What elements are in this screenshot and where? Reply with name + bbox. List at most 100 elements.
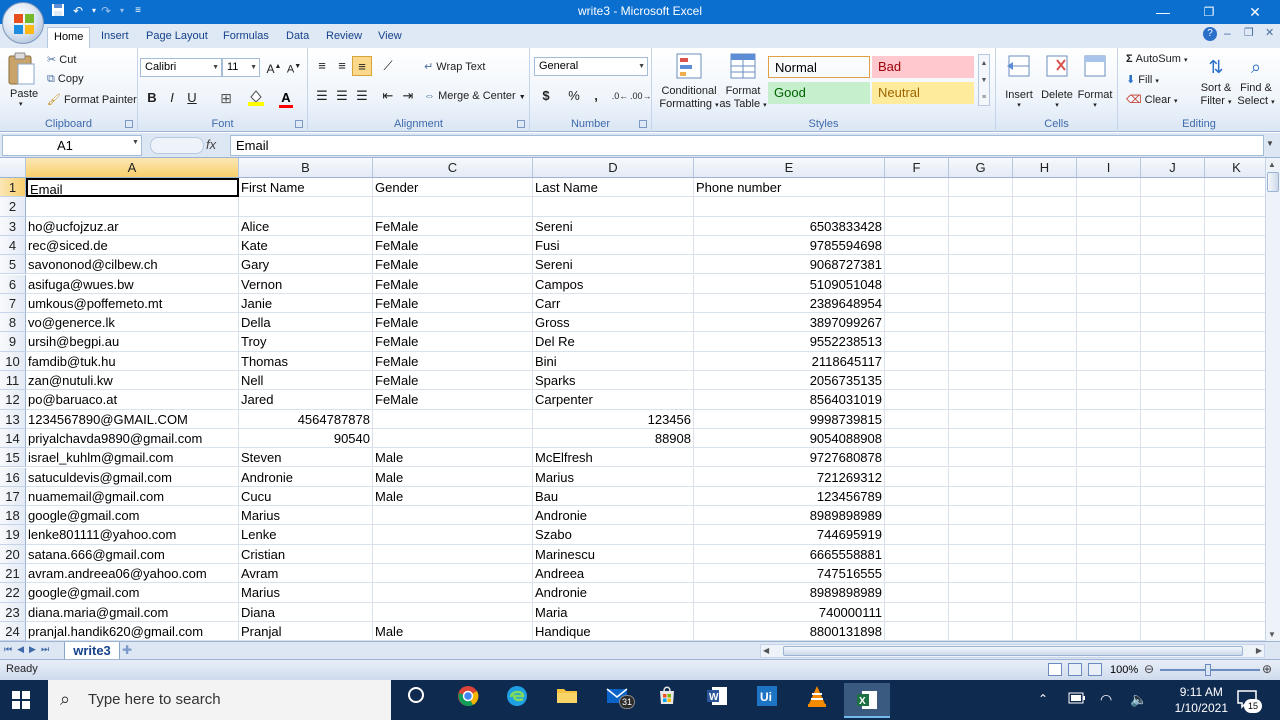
chrome-icon[interactable] — [448, 685, 488, 715]
column-header-j[interactable]: J — [1141, 158, 1205, 178]
column-header-e[interactable]: E — [694, 158, 885, 178]
cell-k15[interactable] — [1205, 448, 1265, 468]
cell-k22[interactable] — [1205, 583, 1265, 603]
cell-b1[interactable]: First Name — [239, 178, 373, 198]
delete-cells-button[interactable]: Delete ▾ — [1038, 52, 1076, 109]
cell-j19[interactable] — [1141, 525, 1205, 545]
cell-i1[interactable] — [1077, 178, 1141, 198]
formula-input[interactable]: Email — [230, 135, 1264, 156]
cell-j21[interactable] — [1141, 564, 1205, 584]
cell-j2[interactable] — [1141, 197, 1205, 217]
cell-c7[interactable]: FeMale — [373, 293, 533, 314]
cell-b17[interactable]: Cucu — [239, 486, 373, 507]
cell-a22[interactable]: google@gmail.com — [26, 583, 239, 603]
cell-f19[interactable] — [885, 525, 949, 545]
cell-c3[interactable]: FeMale — [373, 216, 533, 236]
row-header[interactable]: 19 — [0, 525, 26, 545]
font-size-select[interactable]: 11 ▼ — [222, 58, 260, 77]
cell-k10[interactable] — [1205, 352, 1265, 371]
cell-d22[interactable]: Andronie — [533, 583, 694, 603]
cell-e7[interactable]: 2389648954 — [694, 293, 885, 314]
borders-icon[interactable]: ⊞ — [216, 88, 236, 108]
cell-i3[interactable] — [1077, 216, 1141, 236]
excel-taskbar-icon[interactable]: X — [844, 683, 890, 718]
cell-g19[interactable] — [949, 525, 1013, 545]
cell-h17[interactable] — [1013, 486, 1077, 507]
column-header-a[interactable]: A — [26, 158, 239, 178]
tab-view[interactable]: View — [372, 27, 408, 48]
cell-f2[interactable] — [885, 197, 949, 217]
cell-f3[interactable] — [885, 216, 949, 236]
expand-formula-bar-icon[interactable]: ▼ — [1266, 139, 1274, 148]
select-all-corner[interactable] — [0, 158, 26, 178]
row-header[interactable]: 2 — [0, 197, 26, 217]
cell-k11[interactable] — [1205, 371, 1265, 391]
cell-g21[interactable] — [949, 564, 1013, 584]
cell-e2[interactable] — [694, 197, 885, 217]
cell-i18[interactable] — [1077, 506, 1141, 526]
notification-icon[interactable]: 15 — [1236, 689, 1262, 713]
copy-button[interactable]: ⧉ Copy — [47, 73, 84, 86]
dialog-launcher-icon[interactable] — [639, 120, 647, 128]
horizontal-scrollbar[interactable]: ◀ ▶ — [760, 644, 1265, 658]
cell-h21[interactable] — [1013, 564, 1077, 584]
increase-indent-icon[interactable]: ⇥ — [398, 86, 418, 106]
cell-c17[interactable]: Male — [373, 486, 533, 507]
zoom-slider-thumb[interactable] — [1205, 664, 1211, 676]
cell-i19[interactable] — [1077, 525, 1141, 545]
cell-e22[interactable]: 8989898989 — [694, 583, 885, 603]
cell-a3[interactable]: ho@ucfojzuz.ar — [26, 216, 239, 236]
align-middle-icon[interactable]: ≡ — [332, 56, 352, 76]
cell-e15[interactable]: 9727680878 — [694, 448, 885, 468]
chevron-down-icon[interactable]: ▾ — [114, 3, 130, 19]
horizontal-scroll-thumb[interactable] — [783, 646, 1243, 656]
cell-g24[interactable] — [949, 621, 1013, 641]
cell-a20[interactable]: satana.666@gmail.com — [26, 544, 239, 564]
cell-g22[interactable] — [949, 583, 1013, 603]
cell-g11[interactable] — [949, 371, 1013, 391]
page-break-view-icon[interactable] — [1088, 663, 1102, 676]
cell-f8[interactable] — [885, 313, 949, 333]
cell-j24[interactable] — [1141, 621, 1205, 641]
decrease-decimal-icon[interactable]: .00→ — [630, 86, 652, 106]
cell-e18[interactable]: 8989898989 — [694, 506, 885, 526]
cell-b8[interactable]: Della — [239, 313, 373, 333]
cell-h13[interactable] — [1013, 409, 1077, 429]
font-color-icon[interactable]: A — [276, 88, 296, 108]
taskbar-clock[interactable]: 9:11 AM 1/10/2021 — [1175, 684, 1228, 716]
cell-a7[interactable]: umkous@poffemeto.mt — [26, 293, 239, 314]
cell-e9[interactable]: 9552238513 — [694, 332, 885, 352]
cell-j13[interactable] — [1141, 409, 1205, 429]
cell-e24[interactable]: 8800131898 — [694, 621, 885, 641]
fill-color-icon[interactable] — [246, 88, 266, 108]
cell-f9[interactable] — [885, 332, 949, 352]
cell-d1[interactable]: Last Name — [533, 178, 694, 198]
cell-h8[interactable] — [1013, 313, 1077, 333]
row-header[interactable]: 6 — [0, 274, 26, 294]
paste-button[interactable]: Paste ▾ — [6, 52, 40, 112]
number-format-select[interactable]: General ▼ — [534, 57, 648, 76]
vertical-scroll-thumb[interactable] — [1267, 172, 1279, 192]
cell-f11[interactable] — [885, 371, 949, 391]
align-center-icon[interactable]: ☰ — [332, 86, 352, 106]
cell-f17[interactable] — [885, 486, 949, 507]
cell-g15[interactable] — [949, 448, 1013, 468]
cell-e1[interactable]: Phone number — [694, 178, 885, 198]
cell-b20[interactable]: Cristian — [239, 544, 373, 564]
column-header-f[interactable]: F — [885, 158, 949, 178]
cell-d12[interactable]: Carpenter — [533, 390, 694, 410]
cell-b11[interactable]: Nell — [239, 371, 373, 391]
cell-d19[interactable]: Szabo — [533, 525, 694, 545]
cell-a11[interactable]: zan@nutuli.kw — [26, 371, 239, 391]
align-right-icon[interactable]: ☰ — [352, 86, 372, 106]
cell-c2[interactable] — [373, 197, 533, 217]
cell-j3[interactable] — [1141, 216, 1205, 236]
cell-k8[interactable] — [1205, 313, 1265, 333]
cell-a13[interactable]: 1234567890@GMAIL.COM — [26, 409, 239, 429]
row-header[interactable]: 18 — [0, 506, 26, 526]
row-header[interactable]: 21 — [0, 564, 26, 584]
tab-formulas[interactable]: Formulas — [217, 27, 275, 48]
align-top-icon[interactable]: ≡ — [312, 56, 332, 76]
cell-k17[interactable] — [1205, 487, 1265, 507]
active-cell-a1[interactable]: Email — [26, 178, 239, 198]
